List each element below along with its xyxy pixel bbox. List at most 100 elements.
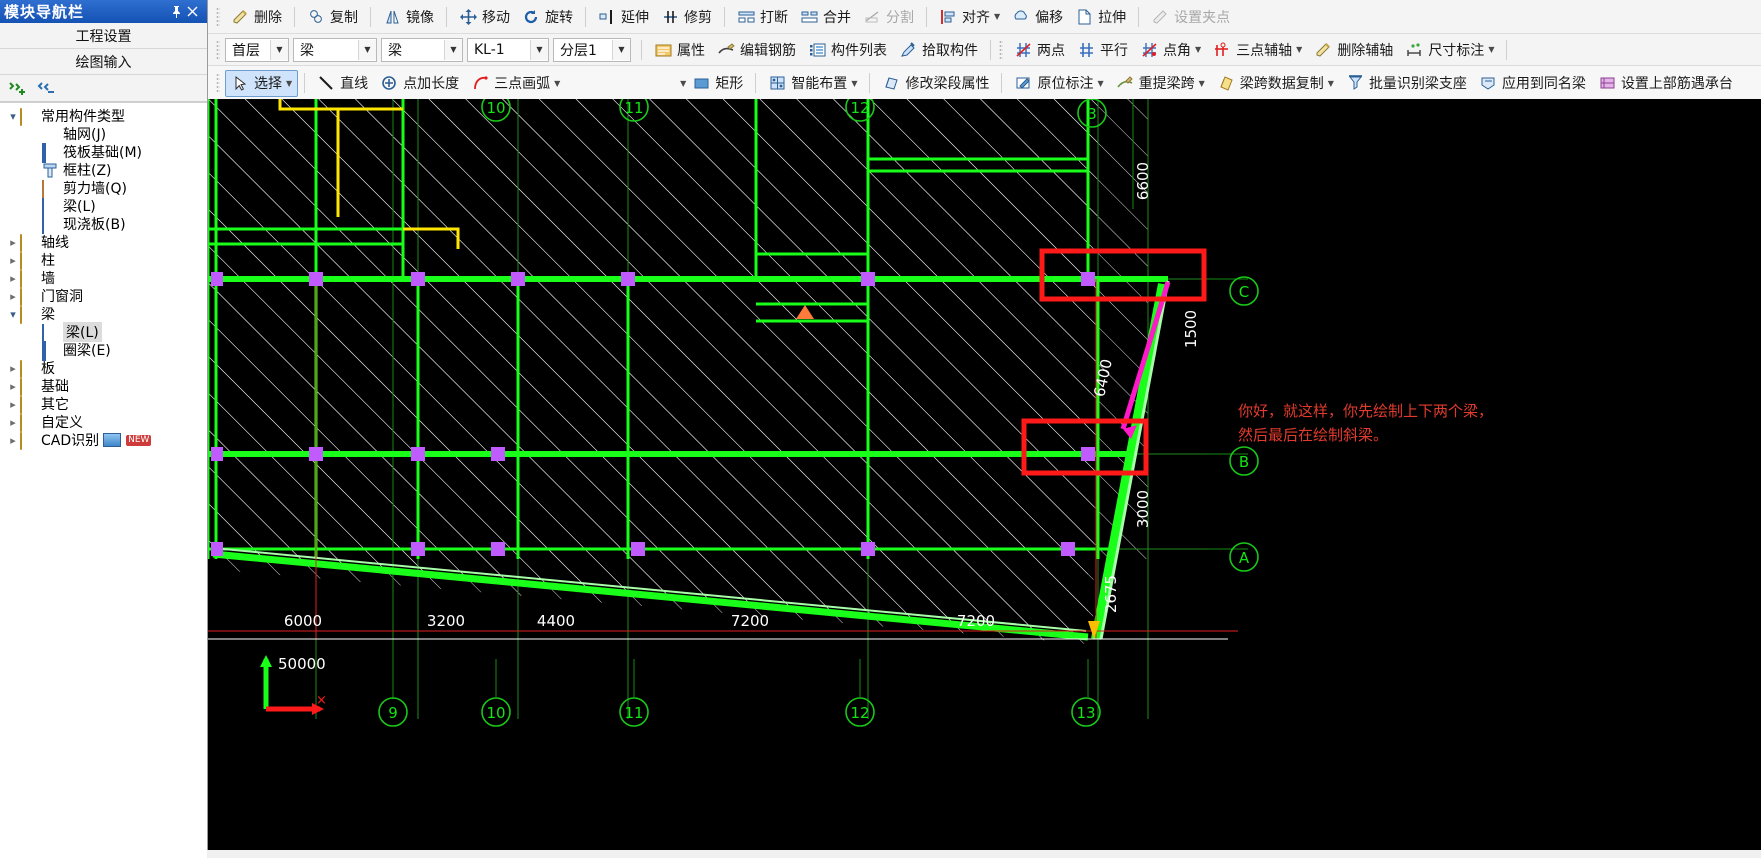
tree-item-15[interactable]: ▸ 基础	[0, 377, 207, 396]
tree-item-5[interactable]: 梁(L)	[0, 197, 207, 216]
toolbar-button-rotate[interactable]: 旋转	[516, 3, 579, 30]
chevron-down-icon[interactable]: ▼	[554, 79, 560, 88]
tree-item-label: CAD识别	[41, 433, 100, 449]
toolbar-button-top-rebar-cap[interactable]: 设置上部筋遇承台	[1592, 70, 1739, 97]
toolbar-button-line[interactable]: 直线	[311, 70, 374, 97]
toolbar-button-dimension[interactable]: 尺寸标注 ▼	[1399, 36, 1500, 63]
toolbar-grip[interactable]	[216, 73, 220, 93]
tree-item-11[interactable]: ▾ 梁	[0, 305, 207, 324]
chevron-down-icon[interactable]: ▾	[6, 110, 20, 123]
toolbar-grip[interactable]	[216, 6, 220, 27]
toolbar-button-align[interactable]: 对齐 ▼	[933, 3, 1006, 30]
toolbar-button-mirror[interactable]: 镜像	[377, 3, 440, 30]
toolbar-button-respan-beam[interactable]: 重提梁跨 ▼	[1110, 70, 1211, 97]
toolbar-button-merge[interactable]: 合并	[794, 3, 857, 30]
chevron-right-icon[interactable]: ▸	[6, 254, 20, 267]
chevron-down-icon[interactable]: ▼	[1195, 45, 1201, 54]
combo-component-name[interactable]: KL-1 ▼	[467, 37, 549, 62]
tree-item-3[interactable]: 框柱(Z)	[0, 161, 207, 179]
toolbar-button-trim[interactable]: 修剪	[655, 3, 718, 30]
toolbar-button-in-situ-label[interactable]: 原位标注 ▼	[1008, 70, 1109, 97]
tree-item-2[interactable]: 筏板基础(M)	[0, 142, 207, 163]
toolbar-button-rectangle[interactable]: 矩形	[686, 70, 749, 97]
cad-drawing-canvas[interactable]: 9 10 11 12 13 C B A 10 11 12 3 6000 3200…	[208, 99, 1761, 850]
chevron-down-icon[interactable]: ▼	[444, 39, 462, 60]
expand-all-icon[interactable]	[8, 81, 25, 96]
tree-item-13[interactable]: 圈梁(E)	[0, 340, 207, 361]
tree-item-17[interactable]: ▸ 自定义	[0, 413, 207, 432]
chevron-down-icon[interactable]: ▼	[358, 39, 376, 60]
toolbar-button-copy[interactable]: 复制	[301, 3, 364, 30]
toolbar-overflow[interactable]: ▼	[566, 79, 686, 88]
tree-item-16[interactable]: ▸ 其它	[0, 395, 207, 414]
chevron-right-icon[interactable]: ▸	[6, 434, 20, 447]
toolbar-button-parallel-axis[interactable]: 平行	[1071, 36, 1134, 63]
chevron-right-icon[interactable]: ▸	[6, 416, 20, 429]
combo-floor[interactable]: 首层 ▼	[225, 37, 289, 62]
toolbar-button-component-list[interactable]: 构件列表	[802, 36, 893, 63]
toolbar-button-edit-beam-segment[interactable]: 修改梁段属性	[876, 70, 995, 97]
chevron-down-icon[interactable]: ▼	[1097, 79, 1103, 88]
toolbar-button-three-point-axis[interactable]: 三点辅轴 ▼	[1207, 36, 1308, 63]
tree-item-7[interactable]: ▸ 轴线	[0, 233, 207, 252]
tree-item-8[interactable]: ▸ 柱	[0, 251, 207, 270]
toolbar-button-pick-component[interactable]: 拾取构件	[893, 36, 984, 63]
chevron-down-icon[interactable]: ▾	[6, 308, 20, 321]
toolbar-button-smart-layout[interactable]: 智能布置 ▼	[762, 70, 863, 97]
toolbar-button-break[interactable]: 打断	[731, 3, 794, 30]
tree-item-4[interactable]: 剪力墙(Q)	[0, 179, 207, 198]
component-tree[interactable]: ▾ 常用构件类型 轴网(J) 筏板基础(M) 框柱(Z) 剪力墙(Q) 梁(L) 现浇板(B)…	[0, 102, 207, 858]
chevron-down-icon[interactable]: ▼	[1488, 45, 1494, 54]
toolbar-grip[interactable]	[216, 39, 220, 60]
combo-layer[interactable]: 分层1 ▼	[553, 37, 631, 62]
chevron-down-icon[interactable]: ▼	[1328, 79, 1334, 88]
toolbar-button-apply-same-name[interactable]: 应用到同名梁	[1473, 70, 1592, 97]
tree-item-0[interactable]: ▾ 常用构件类型	[0, 107, 207, 126]
combo-component-category[interactable]: 梁 ▼	[293, 37, 377, 62]
tree-item-1[interactable]: 轴网(J)	[0, 125, 207, 143]
toolbar-button-edit-rebar[interactable]: 编辑钢筋	[711, 36, 802, 63]
toolbar-button-point-angle[interactable]: 点角 ▼	[1134, 36, 1207, 63]
tree-item-6[interactable]: 现浇板(B)	[0, 215, 207, 234]
in-situ-label-icon	[1014, 75, 1033, 92]
chevron-down-icon[interactable]: ▼	[994, 12, 1000, 21]
chevron-right-icon[interactable]: ▸	[6, 398, 20, 411]
chevron-right-icon[interactable]: ▸	[6, 290, 20, 303]
chevron-right-icon[interactable]: ▸	[6, 236, 20, 249]
pin-icon[interactable]	[171, 5, 187, 18]
chevron-down-icon[interactable]: ▼	[1296, 45, 1302, 54]
project-settings-button[interactable]: 工程设置	[0, 23, 207, 49]
tree-item-14[interactable]: ▸ 板	[0, 359, 207, 378]
chevron-down-icon[interactable]: ▼	[270, 39, 288, 60]
toolbar-button-extend[interactable]: 延伸	[592, 3, 655, 30]
toolbar-button-three-point-arc[interactable]: 三点画弧 ▼	[465, 70, 566, 97]
close-icon[interactable]	[187, 6, 203, 17]
chevron-down-icon[interactable]: ▼	[1199, 79, 1205, 88]
toolbar-grip[interactable]	[999, 39, 1003, 60]
chevron-down-icon[interactable]: ▼	[286, 79, 292, 88]
toolbar-button-move[interactable]: 移动	[453, 3, 516, 30]
toolbar-button-eraser[interactable]: 删除	[225, 3, 288, 30]
chevron-down-icon[interactable]: ▼	[530, 39, 548, 60]
toolbar-button-two-point-axis[interactable]: 两点	[1008, 36, 1071, 63]
toolbar-button-copy-span-data[interactable]: 梁跨数据复制 ▼	[1211, 70, 1340, 97]
collapse-all-icon[interactable]	[37, 81, 54, 96]
toolbar-button-select-arrow[interactable]: 选择 ▼	[225, 69, 299, 97]
chevron-right-icon[interactable]: ▸	[6, 272, 20, 285]
chevron-down-icon[interactable]: ▼	[612, 39, 630, 60]
drawing-input-button[interactable]: 绘图输入	[0, 49, 207, 75]
chevron-right-icon[interactable]: ▸	[6, 380, 20, 393]
toolbar-button-stretch[interactable]: 拉伸	[1069, 3, 1132, 30]
chevron-right-icon[interactable]: ▸	[6, 362, 20, 375]
tree-item-10[interactable]: ▸ 门窗洞	[0, 287, 207, 306]
toolbar-button-batch-support[interactable]: 批量识别梁支座	[1340, 70, 1473, 97]
toolbar-button-point-length[interactable]: 点加长度	[374, 70, 465, 97]
toolbar-button-properties[interactable]: 属性	[648, 36, 711, 63]
tree-item-18[interactable]: ▸ CAD识别 NEW	[0, 431, 207, 450]
toolbar-button-offset[interactable]: 偏移	[1006, 3, 1069, 30]
chevron-down-icon[interactable]: ▼	[851, 79, 857, 88]
toolbar-button-delete-axis[interactable]: 删除辅轴	[1308, 36, 1399, 63]
tree-item-12[interactable]: 梁(L)	[0, 322, 207, 342]
combo-component-type[interactable]: 梁 ▼	[381, 37, 463, 62]
tree-item-9[interactable]: ▸ 墙	[0, 269, 207, 288]
